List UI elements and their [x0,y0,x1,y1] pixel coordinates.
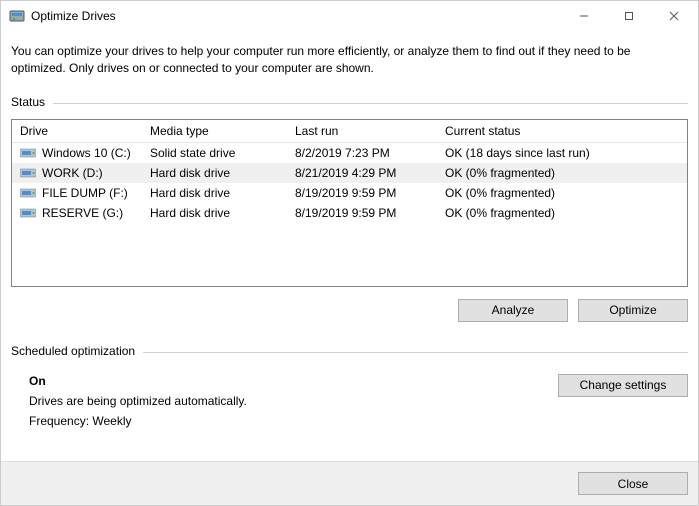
app-icon [9,8,25,24]
drive-name: WORK (D:) [42,166,103,180]
footer: Close [1,461,698,505]
drive-status: OK (0% fragmented) [437,163,687,183]
drive-icon [20,187,36,199]
close-window-button[interactable] [651,1,696,31]
optimize-button[interactable]: Optimize [578,299,688,322]
drive-icon [20,207,36,219]
col-status[interactable]: Current status [437,120,687,143]
drives-table-container: Drive Media type Last run Current status… [11,119,688,287]
table-row[interactable]: RESERVE (G:) Hard disk drive8/19/2019 9:5… [12,203,687,223]
change-settings-button[interactable]: Change settings [558,374,688,397]
analyze-button[interactable]: Analyze [458,299,568,322]
divider [143,352,688,353]
col-lastrun[interactable]: Last run [287,120,437,143]
drive-media: Hard disk drive [142,183,287,203]
description-text: You can optimize your drives to help you… [11,43,688,77]
window-title: Optimize Drives [31,9,116,23]
table-row[interactable]: FILE DUMP (F:) Hard disk drive8/19/2019 9… [12,183,687,203]
drive-media: Solid state drive [142,142,287,163]
drive-status: OK (18 days since last run) [437,142,687,163]
drive-name: RESERVE (G:) [42,206,123,220]
drive-status: OK (0% fragmented) [437,203,687,223]
col-drive[interactable]: Drive [12,120,142,143]
col-media[interactable]: Media type [142,120,287,143]
drive-icon [20,147,36,159]
drive-lastrun: 8/2/2019 7:23 PM [287,142,437,163]
maximize-button[interactable] [606,1,651,31]
drive-name: FILE DUMP (F:) [42,186,128,200]
minimize-button[interactable] [561,1,606,31]
table-row[interactable]: Windows 10 (C:) Solid state drive8/2/2019… [12,142,687,163]
scheduled-label: Scheduled optimization [11,344,135,358]
drive-icon [20,167,36,179]
table-row[interactable]: WORK (D:) Hard disk drive8/21/2019 4:29 P… [12,163,687,183]
drive-lastrun: 8/21/2019 4:29 PM [287,163,437,183]
scheduled-state: On [29,374,247,388]
divider [53,103,688,104]
scheduled-freq: Frequency: Weekly [29,414,247,428]
drive-lastrun: 8/19/2019 9:59 PM [287,183,437,203]
drives-table[interactable]: Drive Media type Last run Current status… [12,120,687,223]
drive-lastrun: 8/19/2019 9:59 PM [287,203,437,223]
drive-media: Hard disk drive [142,203,287,223]
status-label: Status [11,95,45,109]
close-button[interactable]: Close [578,472,688,495]
drive-name: Windows 10 (C:) [42,146,131,160]
titlebar: Optimize Drives [1,1,698,31]
drive-media: Hard disk drive [142,163,287,183]
drive-status: OK (0% fragmented) [437,183,687,203]
scheduled-desc: Drives are being optimized automatically… [29,394,247,408]
